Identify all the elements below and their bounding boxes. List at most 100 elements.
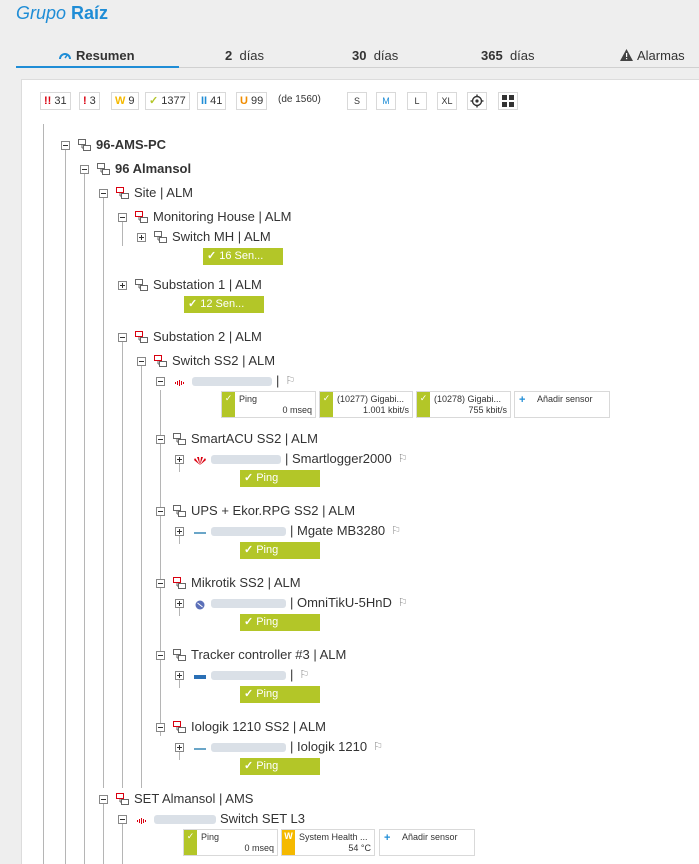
size-s-button[interactable]: S bbox=[347, 92, 367, 110]
tab-365-dias[interactable]: 365 días bbox=[481, 48, 535, 63]
mgate-name: | Mgate MB3280 bbox=[290, 523, 386, 538]
group-icon bbox=[78, 139, 91, 151]
tree-node-tracker[interactable]: Tracker controller #3 | ALM bbox=[173, 647, 346, 663]
size-xl-button[interactable]: XL bbox=[437, 92, 457, 110]
tab-2-dias-label: días bbox=[239, 48, 265, 63]
omnitik-name: | OmniTikU-5HnD bbox=[290, 595, 392, 610]
status-up-badge[interactable]: ✓ 1377 bbox=[145, 92, 190, 110]
status-paused-badge[interactable]: II 41 bbox=[197, 92, 227, 110]
tree-guide bbox=[84, 174, 85, 864]
flag-icon[interactable]: ⚐ bbox=[398, 451, 408, 467]
status-down-badge[interactable]: !! 31 bbox=[40, 92, 71, 110]
tab-alarmas[interactable]: Alarmas bbox=[620, 48, 685, 63]
expand-toggle[interactable] bbox=[175, 527, 184, 536]
tab-30-dias-number: 30 bbox=[352, 48, 367, 63]
flag-icon[interactable]: ⚐ bbox=[391, 523, 401, 539]
collapse-toggle[interactable] bbox=[118, 213, 127, 222]
tree-node-group[interactable]: 96 Almansol bbox=[97, 161, 191, 177]
sensor-tile[interactable]: ✓ (10278) Gigabi... 755 kbit/s bbox=[416, 391, 511, 418]
collapse-toggle[interactable] bbox=[99, 189, 108, 198]
tree-node-set-almansol[interactable]: SET Almansol | AMS bbox=[116, 791, 253, 807]
tree-node-substation-2[interactable]: Substation 2 | ALM bbox=[135, 329, 262, 345]
expand-toggle[interactable] bbox=[175, 599, 184, 608]
flag-icon[interactable]: ⚐ bbox=[285, 373, 295, 389]
status-down-ack-badge[interactable]: ! 3 bbox=[79, 92, 100, 110]
tracker-device-name: | bbox=[290, 667, 294, 682]
tree-device-omnitik[interactable]: | OmniTikU-5HnD ⚐ bbox=[194, 595, 408, 611]
expand-toggle[interactable] bbox=[118, 281, 127, 290]
size-l-button[interactable]: L bbox=[407, 92, 427, 110]
add-sensor-button[interactable]: + Añadir sensor bbox=[514, 391, 610, 418]
flag-icon[interactable]: ⚐ bbox=[398, 595, 408, 611]
collapse-toggle[interactable] bbox=[156, 579, 165, 588]
sensor-tile-warning[interactable]: W System Health ... 54 °C bbox=[281, 829, 375, 856]
tab-365-dias-number: 365 bbox=[481, 48, 503, 63]
sensor-tile[interactable]: ✓ Ping 0 mseq bbox=[221, 391, 316, 418]
collapse-toggle[interactable] bbox=[156, 377, 165, 386]
site-name: Site | ALM bbox=[134, 185, 194, 200]
expand-toggle[interactable] bbox=[175, 743, 184, 752]
collapse-toggle[interactable] bbox=[118, 333, 127, 342]
size-m-button[interactable]: M bbox=[376, 92, 396, 110]
settings-button[interactable] bbox=[467, 92, 487, 110]
tracker-name: Tracker controller #3 | ALM bbox=[191, 647, 347, 662]
ping-label: Ping bbox=[256, 472, 279, 484]
expand-toggle[interactable] bbox=[137, 233, 146, 242]
tree-node-iologik[interactable]: Iologik 1210 SS2 | ALM bbox=[173, 719, 326, 735]
check-icon: ✓ bbox=[188, 298, 198, 310]
tree-device-mgate[interactable]: | Mgate MB3280 ⚐ bbox=[194, 523, 401, 539]
tree-node-ups[interactable]: UPS + Ekor.RPG SS2 | ALM bbox=[173, 503, 355, 519]
expand-toggle[interactable] bbox=[175, 455, 184, 464]
sensor-summary-bar[interactable]: ✓ 16 Sen... bbox=[203, 248, 283, 265]
ping-sensor-bar[interactable]: ✓ Ping bbox=[240, 470, 320, 487]
collapse-toggle[interactable] bbox=[156, 723, 165, 732]
expand-toggle[interactable] bbox=[175, 671, 184, 680]
up-check-icon: ✓ bbox=[149, 95, 159, 107]
tab-30-dias[interactable]: 30 días bbox=[352, 48, 398, 63]
tab-resumen-label: Resumen bbox=[76, 48, 135, 63]
sensor-summary-bar[interactable]: ✓ 12 Sen... bbox=[184, 296, 264, 313]
collapse-toggle[interactable] bbox=[156, 651, 165, 660]
status-unusual-badge[interactable]: U 99 bbox=[236, 92, 268, 110]
collapse-toggle[interactable] bbox=[156, 507, 165, 516]
tree-device-iologik[interactable]: | Iologik 1210 ⚐ bbox=[194, 739, 383, 755]
collapse-toggle[interactable] bbox=[99, 795, 108, 804]
ping-sensor-bar[interactable]: ✓ Ping bbox=[240, 542, 320, 559]
collapse-toggle[interactable] bbox=[156, 435, 165, 444]
tab-resumen[interactable]: Resumen bbox=[58, 48, 135, 63]
tree-node-switch-ss2[interactable]: Switch SS2 | ALM bbox=[154, 353, 275, 369]
tab-2-dias[interactable]: 2 días bbox=[225, 48, 264, 63]
flag-icon[interactable]: ⚐ bbox=[299, 667, 309, 683]
status-warning-badge[interactable]: W9 bbox=[111, 92, 139, 110]
check-icon: ✓ bbox=[222, 392, 235, 417]
sensor-summary-label: 12 Sen... bbox=[200, 298, 245, 310]
tree-node-monitoring-house[interactable]: Monitoring House | ALM bbox=[135, 209, 292, 225]
tree-node-substation-1[interactable]: Substation 1 | ALM bbox=[135, 277, 262, 293]
add-sensor-button[interactable]: + Añadir sensor bbox=[379, 829, 475, 856]
tree-node-site[interactable]: Site | ALM bbox=[116, 185, 193, 201]
sensor-name: System Health ... bbox=[299, 832, 368, 842]
ping-sensor-bar[interactable]: ✓ Ping bbox=[240, 686, 320, 703]
tree-device-switch-set-l3[interactable]: Switch SET L3 bbox=[137, 811, 305, 827]
ping-label: Ping bbox=[256, 760, 279, 772]
grid-view-button[interactable] bbox=[498, 92, 518, 110]
tree-device-switch-ss2[interactable]: | ⚐ bbox=[175, 373, 295, 389]
tree-device-tracker[interactable]: | ⚐ bbox=[194, 667, 309, 683]
ping-sensor-bar[interactable]: ✓ Ping bbox=[240, 758, 320, 775]
tree-node-probe[interactable]: 96-AMS-PC bbox=[78, 137, 166, 153]
tree-node-mikrotik[interactable]: Mikrotik SS2 | ALM bbox=[173, 575, 301, 591]
tree-device-smartlogger[interactable]: | Smartlogger2000 ⚐ bbox=[194, 451, 408, 467]
collapse-toggle[interactable] bbox=[137, 357, 146, 366]
group-icon bbox=[135, 211, 148, 223]
sensor-tile[interactable]: ✓ (10277) Gigabi... 1.001 kbit/s bbox=[319, 391, 413, 418]
collapse-toggle[interactable] bbox=[118, 815, 127, 824]
tree-node-smartacu[interactable]: SmartACU SS2 | ALM bbox=[173, 431, 318, 447]
flag-icon[interactable]: ⚐ bbox=[373, 739, 383, 755]
collapse-toggle[interactable] bbox=[80, 165, 89, 174]
ping-sensor-bar[interactable]: ✓ Ping bbox=[240, 614, 320, 631]
tab-30-dias-label: días bbox=[373, 48, 399, 63]
check-icon: ✓ bbox=[244, 544, 254, 556]
tree-node-switch-mh[interactable]: Switch MH | ALM bbox=[154, 229, 271, 245]
sensor-tile[interactable]: ✓ Ping 0 mseq bbox=[183, 829, 278, 856]
collapse-toggle[interactable] bbox=[61, 141, 70, 150]
